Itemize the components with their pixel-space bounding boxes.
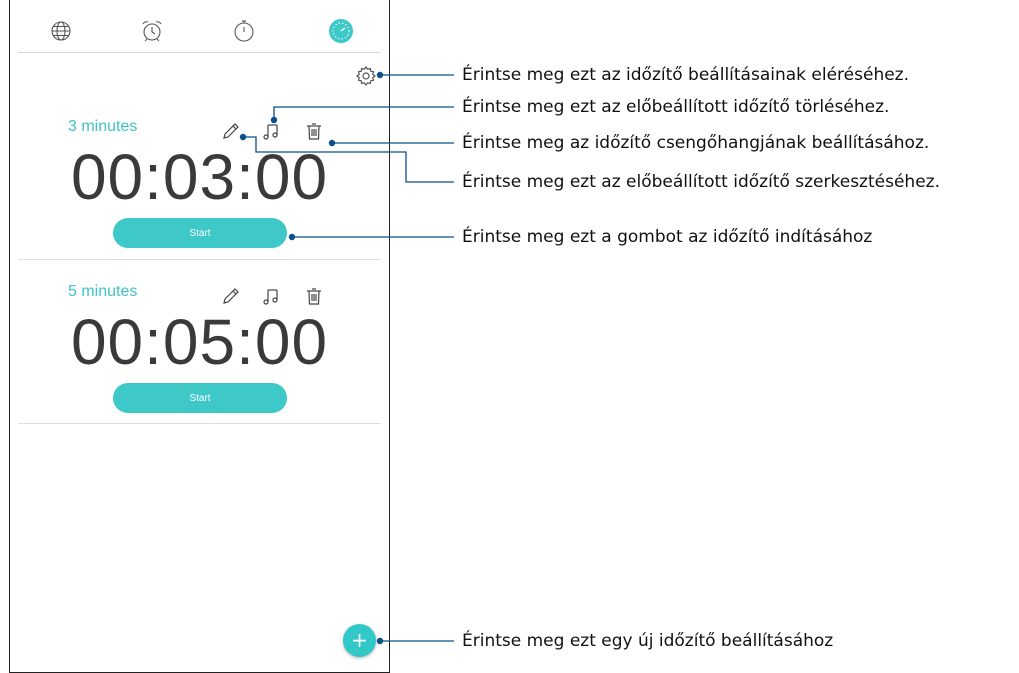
edit-button[interactable] bbox=[220, 285, 242, 307]
timer-card: 5 minutes 00:05:00 Start bbox=[10, 273, 389, 425]
annotation-start: Érintse meg ezt a gombot az időzítő indí… bbox=[462, 227, 873, 247]
tab-bar bbox=[10, 0, 389, 54]
globe-icon bbox=[51, 21, 71, 41]
trash-icon bbox=[307, 123, 321, 140]
music-note-icon bbox=[263, 289, 278, 305]
pencil-icon bbox=[223, 123, 239, 139]
edit-button[interactable] bbox=[220, 120, 242, 142]
ringtone-button[interactable] bbox=[261, 120, 283, 142]
trash-icon bbox=[307, 288, 321, 305]
delete-button[interactable] bbox=[303, 285, 325, 307]
annotation-ringtone: Érintse meg az időzítő csengőhangjának b… bbox=[462, 133, 930, 153]
annotation-delete: Érintse meg ezt az előbeállított időzítő… bbox=[462, 97, 890, 117]
ringtone-button[interactable] bbox=[261, 285, 283, 307]
start-button[interactable]: Start bbox=[113, 218, 287, 248]
timer-icon bbox=[329, 19, 353, 43]
timer-card: 3 minutes 00:03:00 Start bbox=[10, 108, 389, 260]
stopwatch-icon bbox=[234, 20, 254, 42]
tab-timer[interactable] bbox=[328, 18, 354, 44]
annotation-settings: Érintse meg ezt az időzítő beállításaina… bbox=[462, 65, 910, 85]
gear-icon bbox=[355, 65, 377, 87]
phone-screen: 3 minutes 00:03:00 Start 5 minutes 00:05… bbox=[9, 0, 390, 673]
music-note-icon bbox=[263, 124, 278, 140]
tab-bar-divider bbox=[18, 52, 381, 53]
timer-name: 3 minutes bbox=[68, 118, 138, 135]
alarm-clock-icon bbox=[142, 21, 162, 42]
annotation-edit: Érintse meg ezt az előbeállított időzítő… bbox=[462, 172, 940, 192]
card-divider bbox=[18, 423, 381, 424]
delete-button[interactable] bbox=[303, 120, 325, 142]
tab-stopwatch[interactable] bbox=[231, 18, 257, 44]
settings-button[interactable] bbox=[354, 64, 378, 88]
timer-display: 00:03:00 bbox=[70, 141, 329, 213]
annotation-add: Érintse meg ezt egy új időzítő beállítás… bbox=[462, 631, 834, 651]
timer-name: 5 minutes bbox=[68, 283, 138, 300]
tab-world-clock[interactable] bbox=[48, 18, 74, 44]
start-button[interactable]: Start bbox=[113, 383, 287, 413]
add-timer-button[interactable]: + bbox=[343, 624, 376, 657]
pencil-icon bbox=[223, 288, 239, 304]
tab-alarm[interactable] bbox=[139, 18, 165, 44]
card-divider bbox=[18, 259, 381, 260]
timer-display: 00:05:00 bbox=[70, 306, 329, 378]
